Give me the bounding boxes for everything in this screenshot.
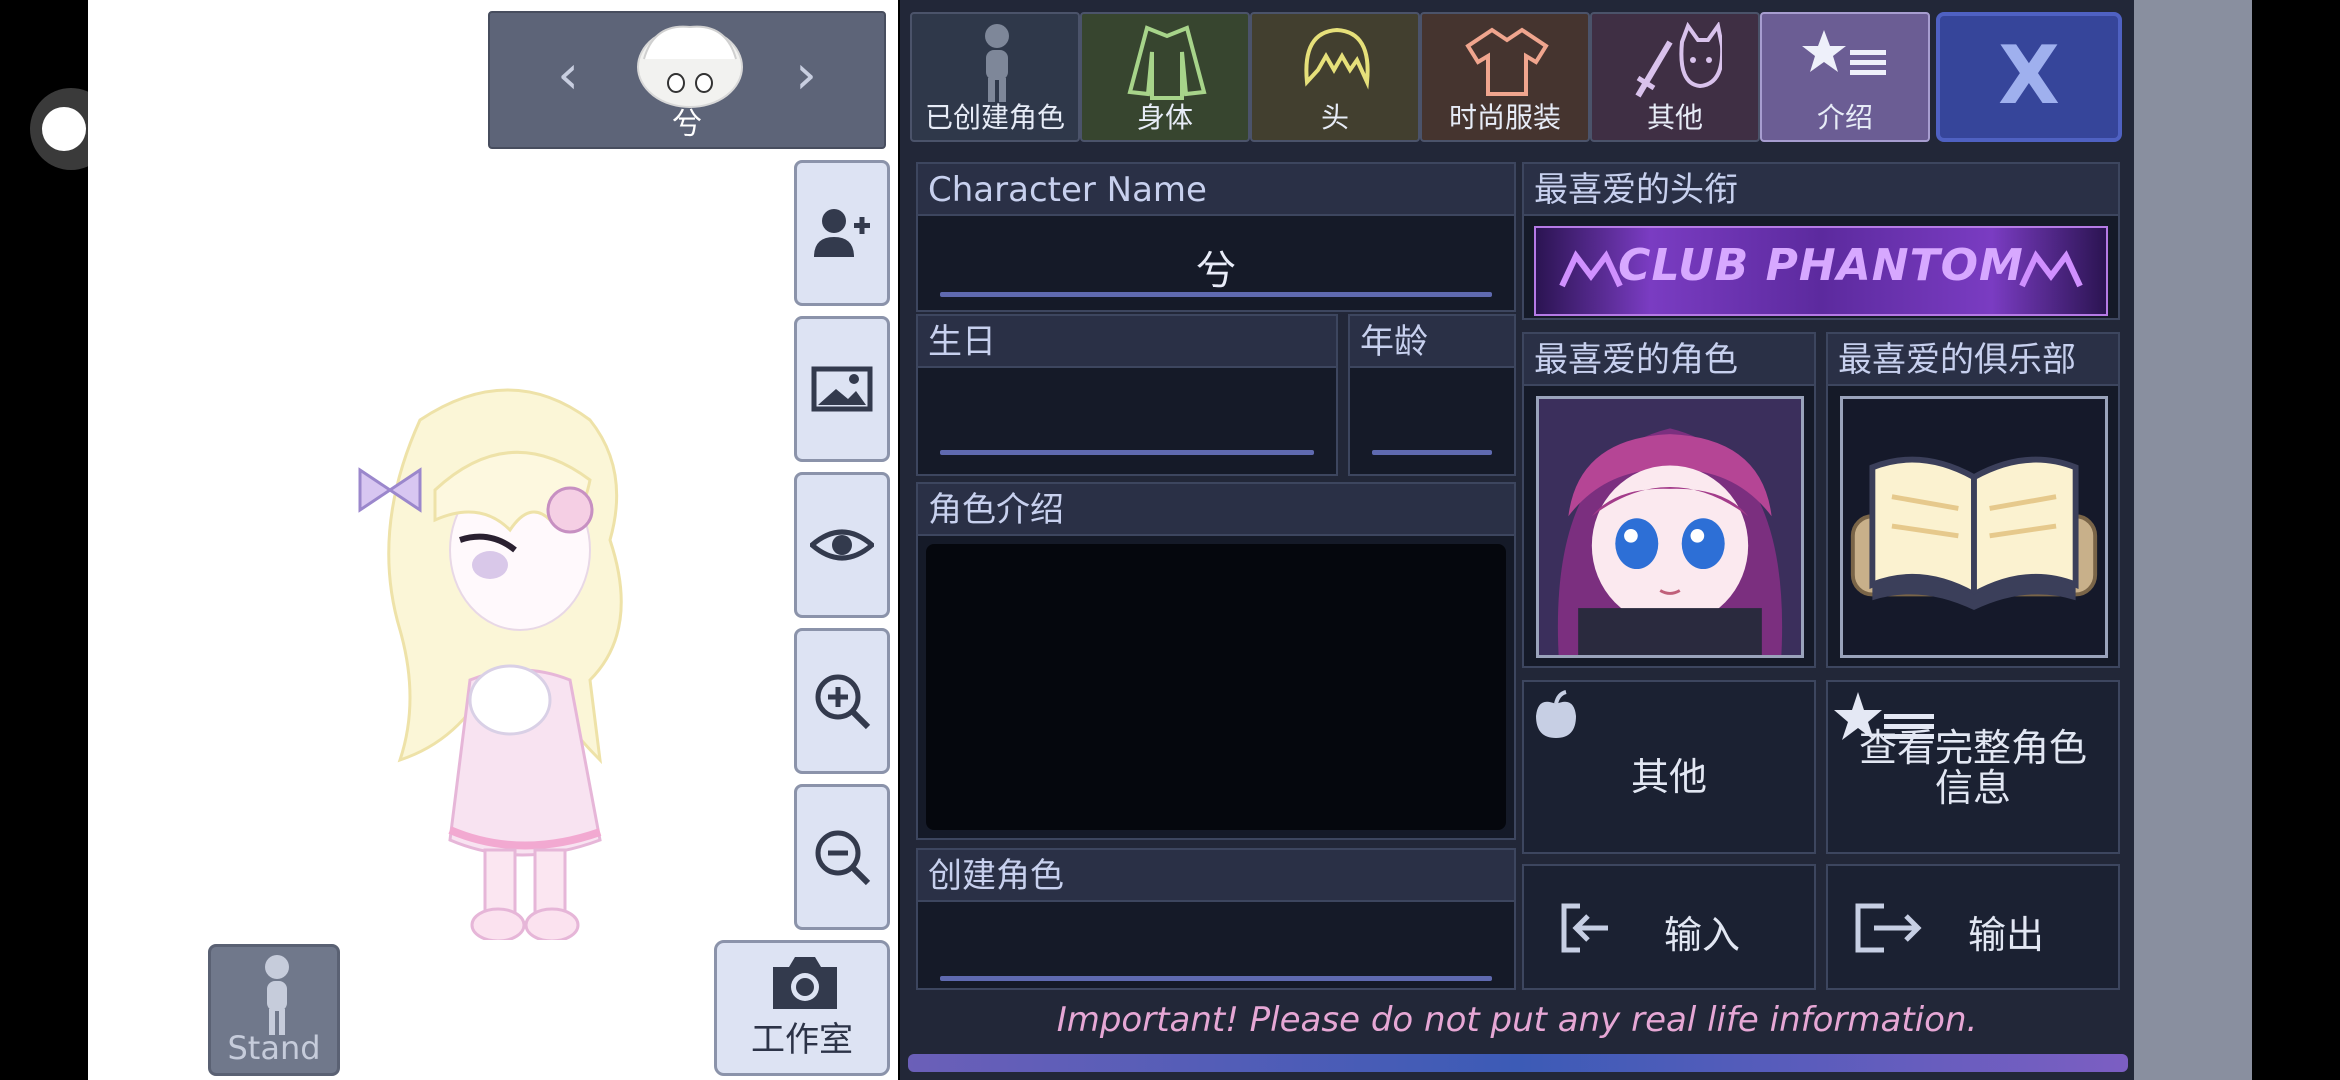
creator-underline <box>940 976 1492 981</box>
apple-icon <box>1536 690 1576 738</box>
category-tabs: 已创建角色 身体 头 时尚服装 其他 介绍 <box>910 12 1930 142</box>
other-button[interactable]: 其他 <box>1522 680 1816 854</box>
favorite-title-section: 最喜爱的头衔 CLUB PHANTOM <box>1522 162 2120 320</box>
studio-label: 工作室 <box>751 1020 853 1060</box>
privacy-warning: Important! Please do not put any real li… <box>1056 1000 1978 1040</box>
birthday-section: 生日 <box>916 314 1338 476</box>
favorite-club-header: 最喜爱的俱乐部 <box>1828 334 2118 386</box>
age-field[interactable] <box>1350 370 1514 474</box>
next-character-arrow-icon[interactable]: › <box>776 45 836 105</box>
zoom-out-button[interactable] <box>794 784 890 930</box>
selected-character-name: 兮 <box>672 107 702 142</box>
creator-header: 创建角色 <box>918 850 1514 902</box>
favorite-club-image[interactable] <box>1840 396 2108 658</box>
tab-introduction[interactable]: 介绍 <box>1760 12 1930 142</box>
import-button[interactable]: 输入 <box>1522 864 1816 990</box>
favorite-club-section: 最喜爱的俱乐部 <box>1826 332 2120 668</box>
creator-section: 创建角色 <box>916 848 1516 990</box>
toggle-knob-icon <box>42 107 86 151</box>
name-underline <box>940 292 1492 297</box>
right-bezel <box>2252 0 2340 1080</box>
visibility-button[interactable] <box>794 472 890 618</box>
birthday-header: 生日 <box>918 316 1336 368</box>
bottom-accent-bar <box>908 1054 2128 1072</box>
other-label: 其他 <box>1630 755 1707 799</box>
favorite-character-section: 最喜爱的角色 <box>1522 332 1816 668</box>
age-underline <box>1372 450 1492 455</box>
close-button[interactable]: X <box>1936 12 2122 142</box>
open-book-icon <box>1850 456 2098 611</box>
hair-icon <box>1304 27 1370 90</box>
character-selector: ‹ › 兮 <box>488 11 886 149</box>
shirt-icon <box>1465 27 1549 96</box>
tab-other[interactable]: 其他 <box>1590 12 1760 142</box>
tab-label: 身体 <box>1136 101 1193 134</box>
right-edge-strip <box>2134 0 2252 1080</box>
character-name-field[interactable]: 兮 <box>918 238 1514 296</box>
add-character-button[interactable] <box>794 160 890 306</box>
tab-created-characters[interactable]: 已创建角色 <box>910 12 1080 142</box>
stand-label: Stand <box>227 1029 321 1067</box>
zoom-in-button[interactable] <box>794 628 890 774</box>
bio-text-area[interactable] <box>926 544 1506 830</box>
camera-icon <box>773 957 837 1009</box>
stand-pose-icon <box>265 955 289 1035</box>
zoom-out-icon <box>815 830 871 886</box>
tab-fashion[interactable]: 时尚服装 <box>1420 12 1590 142</box>
favorite-title-banner[interactable]: CLUB PHANTOM <box>1534 226 2108 316</box>
tab-head[interactable]: 头 <box>1250 12 1420 142</box>
character-head-thumbnail[interactable] <box>634 19 746 109</box>
character-name-header: Character Name <box>918 164 1514 216</box>
birthday-underline <box>940 450 1314 455</box>
export-button[interactable]: 输出 <box>1826 864 2120 990</box>
view-full-info-label: 查看完整角色信息 <box>1858 726 2087 810</box>
tab-label: 时尚服装 <box>1448 101 1561 134</box>
eye-icon <box>810 529 874 561</box>
background-button[interactable] <box>794 316 890 462</box>
character-figure[interactable] <box>340 380 700 940</box>
tab-label: 介绍 <box>1816 101 1873 134</box>
star-list-icon <box>1802 30 1886 75</box>
sword-cat-icon <box>1635 22 1722 98</box>
background-image-icon <box>811 366 873 412</box>
tab-label: 其他 <box>1646 101 1703 134</box>
pose-stand-button[interactable]: Stand <box>208 944 340 1076</box>
bio-section: 角色介绍 <box>916 482 1516 840</box>
view-full-info-button[interactable]: 查看完整角色信息 <box>1826 680 2120 854</box>
jacket-icon <box>1127 25 1207 100</box>
studio-button[interactable]: 工作室 <box>714 940 890 1076</box>
previous-character-arrow-icon[interactable]: ‹ <box>538 45 598 105</box>
age-section: 年龄 <box>1348 314 1516 476</box>
favorite-character-header: 最喜爱的角色 <box>1524 334 1814 386</box>
mannequin-icon <box>985 24 1009 102</box>
favorite-title-header: 最喜爱的头衔 <box>1524 164 2118 216</box>
bio-header: 角色介绍 <box>918 484 1514 536</box>
character-name-section: Character Name 兮 <box>916 162 1516 312</box>
screen: ‹ › 兮 Stand 工作室 已创建角色 身体 头 时尚服装 其他 介绍 X … <box>0 0 2340 1080</box>
export-label: 输出 <box>1967 913 2044 957</box>
age-header: 年龄 <box>1350 316 1514 368</box>
zoom-in-icon <box>815 674 871 730</box>
tab-body[interactable]: 身体 <box>1080 12 1250 142</box>
tab-label: 头 <box>1320 101 1349 134</box>
tab-label: 已创建角色 <box>924 101 1065 134</box>
import-label: 输入 <box>1663 913 1740 957</box>
birthday-field[interactable] <box>918 370 1336 474</box>
add-character-icon <box>814 209 870 257</box>
phantom-right-icon <box>2019 250 2083 288</box>
favorite-character-image[interactable] <box>1536 396 1804 658</box>
favorite-character-portrait-icon <box>1539 399 1801 655</box>
